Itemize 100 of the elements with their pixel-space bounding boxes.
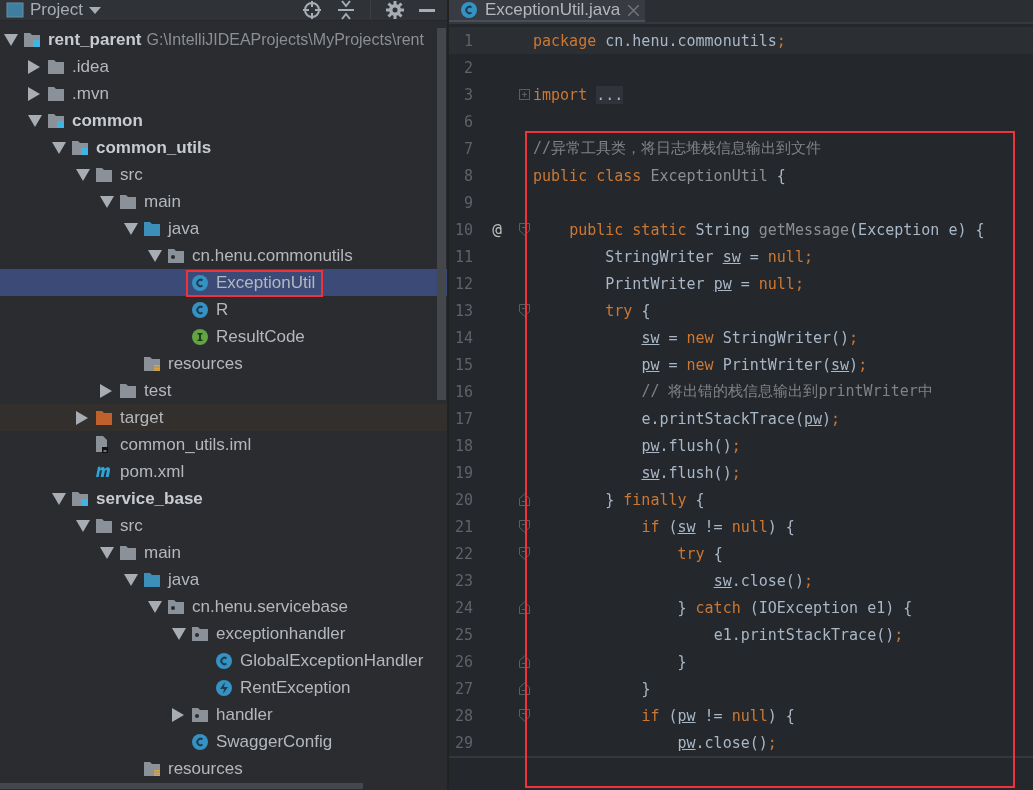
editor-tab[interactable]: ExceptionUtil.java (449, 0, 646, 22)
expanded-arrow-icon[interactable] (52, 492, 66, 505)
collapsed-arrow-icon[interactable] (100, 383, 112, 398)
resources-folder-icon (144, 356, 160, 371)
folder-icon (144, 221, 160, 236)
lightning-icon (216, 679, 232, 696)
tree-item[interactable]: common (0, 107, 447, 134)
fold-start-icon[interactable] (519, 223, 530, 236)
expanded-arrow-icon[interactable] (172, 627, 186, 640)
expanded-arrow-icon[interactable] (148, 249, 162, 262)
line-number: 28 (453, 706, 473, 725)
code-line: import ... (532, 85, 624, 104)
code-line: try { (676, 544, 723, 563)
tree-item[interactable]: service_base (0, 485, 447, 512)
fold-start-icon[interactable] (519, 304, 530, 317)
expanded-arrow-icon[interactable] (124, 573, 138, 586)
tree-item[interactable]: handler (0, 701, 447, 728)
collapsed-arrow-icon[interactable] (76, 410, 88, 425)
tree-item[interactable]: src (0, 161, 447, 188)
expanded-arrow-icon[interactable] (148, 600, 162, 613)
collapse-all-icon[interactable] (336, 0, 356, 20)
tree-item[interactable]: src (0, 512, 447, 539)
project-path: G:\IntelliJIDEAProjects\MyProjects\rent (146, 30, 424, 49)
expanded-arrow-icon[interactable] (100, 546, 114, 559)
tree-item[interactable]: target (0, 404, 447, 431)
tree-item[interactable]: main (0, 539, 447, 566)
tree-item[interactable]: common_utils (0, 134, 447, 161)
file-icon (96, 436, 108, 453)
tree-item[interactable]: java (0, 215, 447, 242)
fold-start-icon[interactable] (519, 709, 530, 722)
line-number: 21 (453, 517, 473, 536)
expanded-arrow-icon[interactable] (52, 141, 66, 154)
folder-icon (96, 410, 112, 425)
line-number: 11 (453, 247, 473, 266)
tree-item[interactable]: test (0, 377, 447, 404)
scrollbar[interactable] (0, 783, 363, 789)
code-line: } finally { (604, 490, 705, 509)
tree-item[interactable]: GlobalExceptionHandler (0, 647, 447, 674)
code-line: pw.close(); (676, 733, 777, 752)
line-number: 9 (462, 193, 473, 212)
module-folder-icon (72, 140, 88, 155)
tree-item[interactable]: main (0, 188, 447, 215)
line-number: 29 (453, 733, 473, 752)
fold-end-icon[interactable] (519, 601, 530, 614)
code-line: pw = new PrintWriter(sw); (640, 355, 868, 374)
line-number: 22 (453, 544, 473, 563)
expanded-arrow-icon[interactable] (28, 114, 42, 127)
tree-item[interactable]: rent_parent G:\IntelliJIDEAProjects\MyProjects\rent (0, 26, 447, 53)
fold-end-icon[interactable] (519, 655, 530, 668)
tree-item[interactable]: java (0, 566, 447, 593)
class-icon (192, 274, 208, 291)
expanded-arrow-icon[interactable] (4, 33, 18, 46)
fold-end-icon[interactable] (519, 682, 530, 695)
folded-code-placeholder[interactable]: ... (596, 85, 624, 104)
tree-item[interactable]: .idea (0, 53, 447, 80)
tree-item[interactable]: RentException (0, 674, 447, 701)
tree-item[interactable]: cn.henu.servicebase (0, 593, 447, 620)
tree-item[interactable]: resources (0, 350, 447, 377)
minimize-icon[interactable] (419, 8, 435, 12)
folder-icon (120, 194, 136, 209)
tree-item[interactable]: .mvn (0, 80, 447, 107)
fold-end-icon[interactable] (519, 493, 530, 506)
code-line: sw.flush(); (640, 463, 741, 482)
collapsed-arrow-icon[interactable] (172, 707, 184, 722)
class-icon (192, 733, 208, 750)
line-number: 15 (453, 355, 473, 374)
line-number: 13 (453, 301, 473, 320)
crosshair-icon[interactable] (302, 0, 322, 20)
expanded-arrow-icon[interactable] (76, 168, 90, 181)
folder-icon (48, 86, 64, 101)
package-icon (192, 707, 208, 722)
tree-item[interactable]: ExceptionUtil (0, 269, 447, 296)
expanded-arrow-icon[interactable] (100, 195, 114, 208)
tree-item[interactable]: SwaggerConfig (0, 728, 447, 755)
code-line: try { (604, 301, 651, 320)
line-number: 7 (462, 139, 473, 158)
scrollbar[interactable] (437, 28, 446, 400)
expanded-arrow-icon[interactable] (124, 222, 138, 235)
tree-item[interactable]: exceptionhandler (0, 620, 447, 647)
fold-start-icon[interactable] (519, 520, 530, 533)
tree-item[interactable]: ResultCode (0, 323, 447, 350)
settings-icon[interactable] (385, 0, 405, 20)
tree-item[interactable]: pom.xml (0, 458, 447, 485)
collapsed-arrow-icon[interactable] (28, 86, 40, 101)
class-icon (216, 652, 232, 669)
tree-item[interactable]: R (0, 296, 447, 323)
line-number: 14 (453, 328, 473, 347)
tree-item[interactable]: common_utils.iml (0, 431, 447, 458)
gutter-marker[interactable]: @ (492, 220, 502, 239)
code-line: public static String getMessage(Exception e) { (568, 220, 985, 239)
tree-item[interactable]: resources (0, 755, 447, 782)
line-number: 17 (453, 409, 473, 428)
class-icon (461, 2, 477, 18)
dropdown-caret-icon (88, 6, 101, 14)
fold-start-icon[interactable] (519, 547, 530, 560)
expanded-arrow-icon[interactable] (76, 519, 90, 532)
tree-item[interactable]: cn.henu.commonutils (0, 242, 447, 269)
code-line: sw.close(); (712, 571, 813, 590)
code-line: package cn.henu.commonutils; (532, 31, 786, 50)
collapsed-arrow-icon[interactable] (28, 59, 40, 74)
